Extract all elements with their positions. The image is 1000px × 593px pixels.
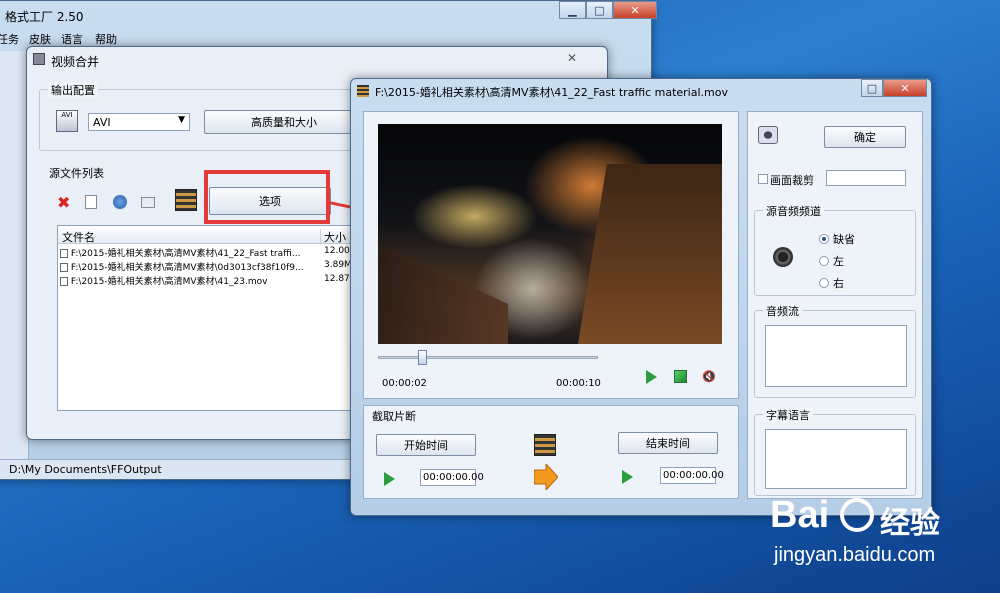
file-icon (60, 263, 68, 272)
arrow-right-icon (534, 464, 558, 490)
quality-button[interactable]: 高质量和大小 (204, 110, 364, 134)
seek-thumb[interactable] (418, 350, 427, 365)
play-icon[interactable] (646, 370, 657, 384)
confirm-button[interactable]: 确定 (824, 126, 906, 148)
table-header: 文件名 大小 (58, 226, 356, 245)
start-time-input[interactable]: 00:00:00.00 (420, 469, 484, 486)
file-icon (60, 277, 68, 286)
subtitle-label: 字幕语言 (763, 407, 813, 423)
media-icon[interactable] (113, 195, 127, 209)
menu-item-task[interactable]: 任务 (0, 31, 19, 47)
right-panel: 确定 画面裁剪 源音频频道 缺省 左 右 音频流 字幕语言 (747, 111, 923, 499)
source-list-label: 源文件列表 (49, 167, 104, 180)
watermark: Bai 经验 jingyan.baidu.com (770, 490, 990, 580)
table-row[interactable]: F:\2015-婚礼相关素材\高清MV素材\41_23.mov 12.87M (60, 274, 356, 287)
stop-icon[interactable] (674, 370, 687, 383)
output-config-label: 输出配置 (48, 82, 98, 98)
menu-item-help[interactable]: 帮助 (95, 31, 117, 47)
cut-panel: 截取片断 开始时间 结束时间 00:00:00.00 00:00:00.00 (363, 405, 739, 499)
start-time-button[interactable]: 开始时间 (376, 434, 476, 456)
menu-item-language[interactable]: 语言 (61, 31, 83, 47)
table-row[interactable]: F:\2015-婚礼相关素材\高清MV素材\41_22_Fast traffi.… (60, 246, 356, 259)
film-clip-icon[interactable] (175, 189, 197, 211)
main-window-title: 格式工厂 2.50 (5, 10, 84, 24)
start-play-icon[interactable] (384, 472, 395, 486)
clip-window: F:\2015-婚礼相关素材\高清MV素材\41_22_Fast traffic… (350, 78, 932, 516)
camera-icon (758, 126, 778, 144)
clip-close-button[interactable]: ✕ (883, 79, 927, 97)
file-icon (60, 249, 68, 258)
merge-dialog-title: 视频合并 (51, 55, 100, 69)
clip-window-title: F:\2015-婚礼相关素材\高清MV素材\41_22_Fast traffic… (375, 86, 728, 99)
watermark-logo: Bai (770, 494, 830, 536)
close-button[interactable]: ✕ (613, 1, 657, 19)
chevron-down-icon: ▼ (178, 115, 185, 125)
current-time: 00:00:02 (382, 378, 427, 389)
mute-icon[interactable]: 🔇 (702, 370, 716, 383)
total-time: 00:00:10 (556, 378, 601, 389)
end-time-button[interactable]: 结束时间 (618, 432, 718, 454)
end-play-icon[interactable] (622, 470, 633, 484)
output-path: D:\My Documents\FFOutput (9, 463, 162, 476)
video-preview (378, 124, 722, 344)
subtitle-group: 字幕语言 (754, 407, 916, 496)
watermark-brand: 经验 (880, 506, 940, 541)
column-header-filename[interactable]: 文件名 (62, 229, 95, 245)
audio-stream-group: 音频流 (754, 303, 916, 398)
channel-default-radio[interactable]: 缺省 (819, 231, 855, 247)
end-time-input[interactable]: 00:00:00.00 (660, 467, 724, 484)
delete-icon[interactable]: ✖ (57, 193, 70, 212)
clip-maximize-button[interactable]: □ (861, 79, 883, 97)
format-select[interactable]: AVI ▼ (88, 113, 190, 131)
clear-icon[interactable] (85, 195, 97, 209)
avi-format-icon: AVI (56, 110, 78, 132)
video-panel: 00:00:02 00:00:10 🔇 (363, 111, 739, 399)
table-row[interactable]: F:\2015-婚礼相关素材\高清MV素材\0d3013cf38f10f9...… (60, 260, 356, 273)
channel-left-radio[interactable]: 左 (819, 253, 844, 269)
speaker-icon (773, 247, 793, 267)
film-clip-icon (534, 434, 556, 456)
menu-item-skin[interactable]: 皮肤 (29, 31, 51, 47)
dialog-close-icon[interactable]: ✕ (567, 51, 577, 65)
file-table: 文件名 大小 F:\2015-婚礼相关素材\高清MV素材\41_22_Fast … (57, 225, 357, 411)
crop-label: 画面裁剪 (770, 174, 814, 187)
audio-channel-label: 源音频频道 (763, 203, 824, 219)
subtitle-list[interactable] (765, 429, 907, 489)
crop-checkbox[interactable] (758, 174, 768, 184)
left-sidebar (0, 51, 29, 459)
seek-track[interactable] (378, 356, 598, 359)
channel-right-radio[interactable]: 右 (819, 275, 844, 291)
cut-section-label: 截取片断 (372, 410, 416, 423)
crop-input[interactable] (826, 170, 906, 186)
column-header-size[interactable]: 大小 (320, 229, 346, 245)
highlight-box (204, 170, 330, 224)
film-icon (33, 53, 45, 65)
watermark-url: jingyan.baidu.com (774, 544, 936, 566)
audio-stream-label: 音频流 (763, 303, 802, 319)
info-icon[interactable] (141, 197, 155, 208)
maximize-button[interactable]: □ (586, 1, 613, 19)
minimize-button[interactable]: ▁ (559, 1, 586, 19)
audio-stream-list[interactable] (765, 325, 907, 387)
film-icon (357, 85, 369, 97)
paw-icon (840, 498, 874, 532)
audio-channel-group: 源音频频道 缺省 左 右 (754, 203, 916, 296)
